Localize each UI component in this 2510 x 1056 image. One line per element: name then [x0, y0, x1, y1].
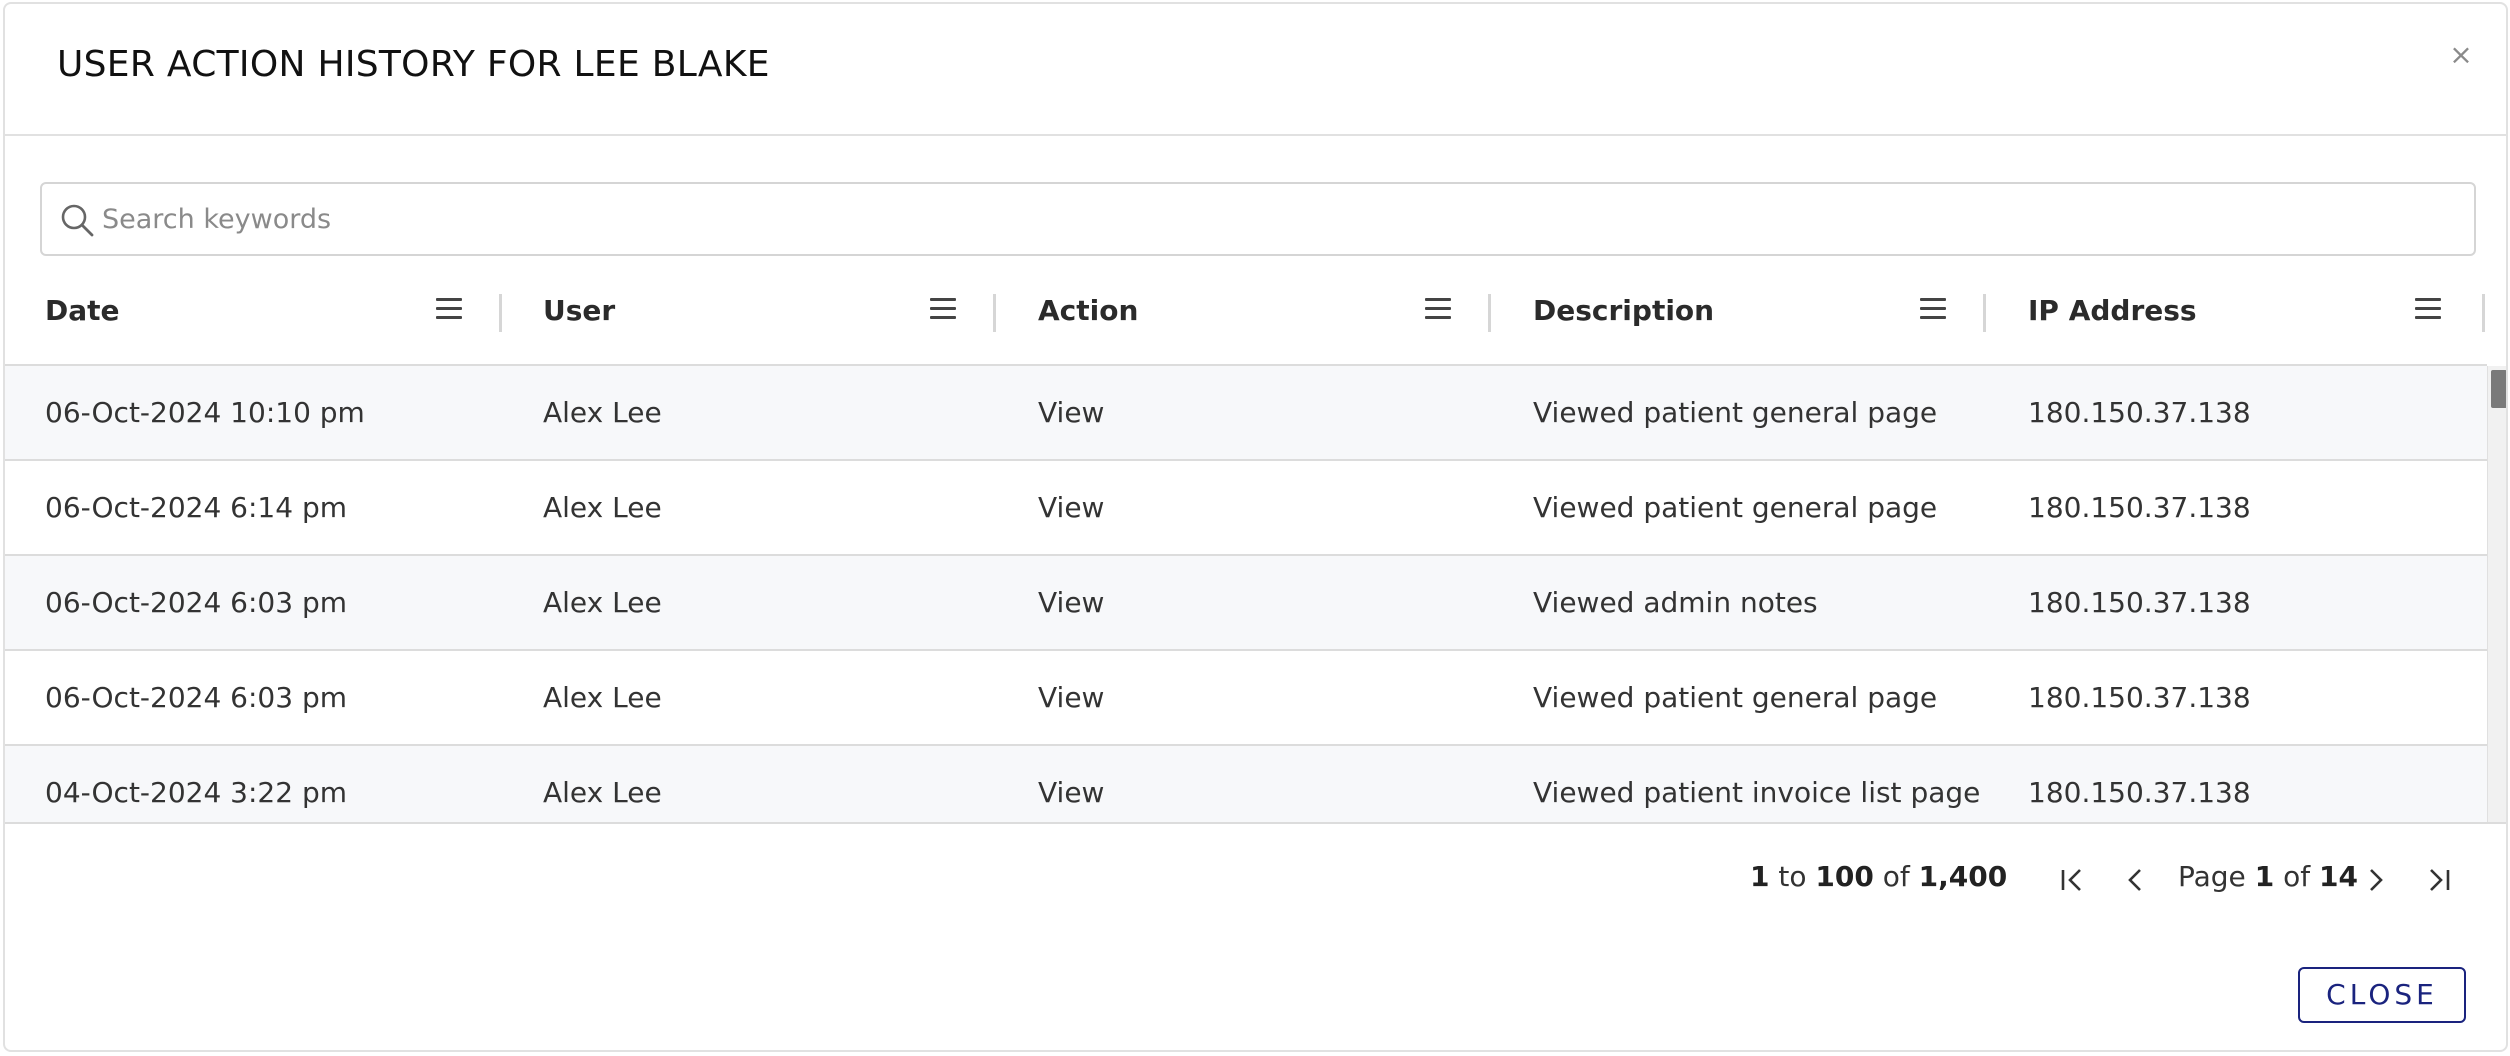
- last-page-icon[interactable]: [2421, 862, 2457, 898]
- divider: [5, 822, 2506, 824]
- page-label: Page: [2178, 860, 2246, 893]
- next-page-icon[interactable]: [2358, 862, 2394, 898]
- table-header: Date User Action Description IP Address: [5, 264, 2487, 366]
- row-range-start: 1: [1750, 860, 1770, 893]
- row-range-of-label: of: [1882, 860, 1910, 893]
- close-button[interactable]: CLOSE: [2298, 967, 2466, 1023]
- row-range-end: 100: [1815, 860, 1874, 893]
- column-resize-handle[interactable]: [2482, 294, 2485, 332]
- ip-address-cell: 180.150.37.138: [2028, 586, 2251, 619]
- action-cell: View: [1038, 586, 1105, 619]
- description-cell: Viewed admin notes: [1533, 586, 1818, 619]
- ip-address-cell: 180.150.37.138: [2028, 491, 2251, 524]
- table-row[interactable]: 06-Oct-2024 6:03 pm Alex Lee View Viewed…: [5, 651, 2487, 746]
- ip-address-cell: 180.150.37.138: [2028, 681, 2251, 714]
- table-row[interactable]: 04-Oct-2024 3:22 pm Alex Lee View Viewed…: [5, 746, 2487, 824]
- column-header-user[interactable]: User: [501, 264, 996, 364]
- first-page-icon[interactable]: [2054, 862, 2090, 898]
- menu-icon[interactable]: [436, 298, 462, 320]
- description-cell: Viewed patient general page: [1533, 491, 1938, 524]
- description-cell: Viewed patient general page: [1533, 396, 1938, 429]
- ip-address-cell: 180.150.37.138: [2028, 776, 2251, 809]
- column-header-date[interactable]: Date: [5, 264, 502, 364]
- search-icon: [61, 204, 94, 237]
- action-cell: View: [1038, 681, 1105, 714]
- date-cell: 06-Oct-2024 6:03 pm: [45, 681, 348, 714]
- column-header-description[interactable]: Description: [1491, 264, 1986, 364]
- search-input[interactable]: [102, 184, 2462, 254]
- current-page: 1: [2254, 860, 2275, 893]
- row-range-to-label: to: [1778, 860, 1807, 893]
- action-cell: View: [1038, 776, 1105, 809]
- previous-page-icon[interactable]: [2117, 862, 2153, 898]
- menu-icon[interactable]: [930, 298, 956, 320]
- date-cell: 06-Oct-2024 6:14 pm: [45, 491, 348, 524]
- date-cell: 04-Oct-2024 3:22 pm: [45, 776, 348, 809]
- column-header-label: Date: [45, 294, 120, 327]
- dialog-title: USER ACTION HISTORY FOR LEE BLAKE: [57, 44, 770, 85]
- user-cell: Alex Lee: [543, 491, 662, 524]
- close-icon[interactable]: ×: [2446, 40, 2476, 70]
- page-of-label: of: [2283, 860, 2311, 893]
- column-header-label: Action: [1038, 294, 1139, 327]
- table-body: 06-Oct-2024 10:10 pm Alex Lee View Viewe…: [5, 366, 2487, 824]
- row-total: 1,400: [1918, 860, 2008, 893]
- menu-icon[interactable]: [1920, 298, 1946, 320]
- dialog-header: USER ACTION HISTORY FOR LEE BLAKE ×: [5, 4, 2506, 136]
- user-action-history-dialog: USER ACTION HISTORY FOR LEE BLAKE × Date…: [3, 2, 2508, 1052]
- table-scrollbar[interactable]: [2487, 366, 2506, 824]
- column-header-label: Description: [1533, 294, 1715, 327]
- date-cell: 06-Oct-2024 6:03 pm: [45, 586, 348, 619]
- page-count: 14: [2319, 860, 2358, 893]
- user-cell: Alex Lee: [543, 396, 662, 429]
- table-row[interactable]: 06-Oct-2024 10:10 pm Alex Lee View Viewe…: [5, 366, 2487, 461]
- user-cell: Alex Lee: [543, 681, 662, 714]
- date-cell: 06-Oct-2024 10:10 pm: [45, 396, 365, 429]
- user-cell: Alex Lee: [543, 586, 662, 619]
- page-indicator: Page 1 of 14: [2178, 860, 2358, 900]
- column-header-label: IP Address: [2028, 294, 2197, 327]
- search-box: [40, 182, 2476, 256]
- column-header-action[interactable]: Action: [996, 264, 1491, 364]
- table-row[interactable]: 06-Oct-2024 6:03 pm Alex Lee View Viewed…: [5, 556, 2487, 651]
- action-history-table: Date User Action Description IP Address: [5, 264, 2506, 824]
- row-count-summary: 1 to 100 of 1,400: [1750, 860, 2007, 900]
- menu-icon[interactable]: [2415, 298, 2441, 320]
- column-header-label: User: [543, 294, 616, 327]
- user-cell: Alex Lee: [543, 776, 662, 809]
- column-header-ip-address[interactable]: IP Address: [1986, 264, 2486, 364]
- ip-address-cell: 180.150.37.138: [2028, 396, 2251, 429]
- description-cell: Viewed patient general page: [1533, 681, 1938, 714]
- description-cell: Viewed patient invoice list page: [1533, 776, 1981, 809]
- scrollbar-thumb[interactable]: [2491, 370, 2506, 408]
- action-cell: View: [1038, 491, 1105, 524]
- menu-icon[interactable]: [1425, 298, 1451, 320]
- table-row[interactable]: 06-Oct-2024 6:14 pm Alex Lee View Viewed…: [5, 461, 2487, 556]
- action-cell: View: [1038, 396, 1105, 429]
